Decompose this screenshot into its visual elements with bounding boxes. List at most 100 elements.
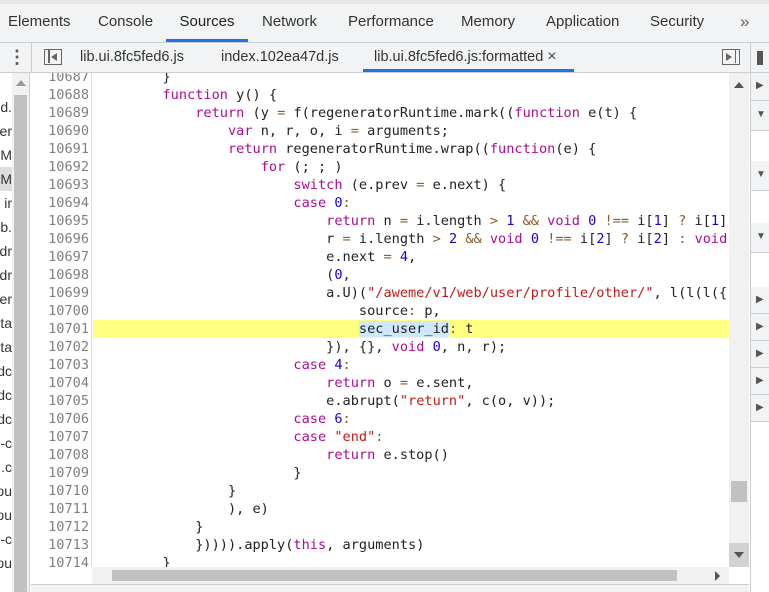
- navigator-file-item[interactable]: c.: [0, 455, 12, 479]
- code-line[interactable]: e.abrupt("return", c(o, v));: [93, 392, 729, 410]
- scrollbar-thumb[interactable]: [112, 570, 677, 581]
- tab-elements[interactable]: Elements: [6, 4, 73, 42]
- code-line[interactable]: case 4:: [93, 356, 729, 374]
- line-number[interactable]: 10688: [31, 86, 89, 104]
- code-line[interactable]: })))).apply(this, arguments): [93, 536, 729, 554]
- file-tab-active[interactable]: lib.ui.8fc5fed6.js:formatted ×: [363, 43, 574, 72]
- code-line[interactable]: a.U)("/aweme/v1/web/user/profile/other/"…: [93, 284, 729, 302]
- pause-icon[interactable]: [757, 51, 763, 65]
- line-number[interactable]: 10707: [31, 428, 89, 446]
- toggle-navigator-icon[interactable]: [44, 49, 62, 65]
- section-header[interactable]: ▼: [751, 223, 769, 253]
- code-line[interactable]: e.next = 4,: [93, 248, 729, 266]
- navigator-file-item[interactable]: dr: [0, 263, 12, 287]
- line-number[interactable]: 10701: [31, 320, 89, 338]
- navigator-file-item[interactable]: .b: [0, 215, 12, 239]
- line-number[interactable]: 10698: [31, 266, 89, 284]
- code-line[interactable]: case "end":: [93, 428, 729, 446]
- navigator-file-item[interactable]: c-: [0, 527, 12, 551]
- toggle-debugger-icon[interactable]: [722, 49, 740, 65]
- more-options-icon[interactable]: ⋮: [8, 48, 26, 66]
- line-number[interactable]: 10692: [31, 158, 89, 176]
- line-number[interactable]: 10710: [31, 482, 89, 500]
- tab-security[interactable]: Security: [648, 4, 706, 42]
- code-line[interactable]: return regeneratorRuntime.wrap((function…: [93, 140, 729, 158]
- more-tabs-chevron-icon[interactable]: »: [738, 4, 751, 42]
- code-line[interactable]: return (y = f(regeneratorRuntime.mark((f…: [93, 104, 729, 122]
- scroll-up-icon[interactable]: [734, 82, 744, 88]
- navigator-file-item[interactable]: ou: [0, 479, 12, 503]
- section-header[interactable]: ▶: [751, 73, 769, 101]
- line-number[interactable]: 10704: [31, 374, 89, 392]
- line-number[interactable]: 10711: [31, 500, 89, 518]
- line-number[interactable]: 10700: [31, 302, 89, 320]
- code-line[interactable]: return e.stop(): [93, 446, 729, 464]
- line-number[interactable]: 10690: [31, 122, 89, 140]
- navigator-file-item[interactable]: ir: [0, 191, 12, 215]
- navigator-file-item[interactable]: ou: [0, 503, 12, 527]
- line-number[interactable]: 10706: [31, 410, 89, 428]
- tab-sources[interactable]: Sources: [166, 4, 248, 42]
- navigator-file-item[interactable]: dc: [0, 383, 12, 407]
- navigator-file-item[interactable]: ta: [0, 335, 12, 359]
- navigator-scrollbar[interactable]: [12, 73, 29, 592]
- tab-memory[interactable]: Memory: [459, 4, 517, 42]
- highlighted-code-line[interactable]: sec_user_id: t: [93, 320, 729, 338]
- code-line[interactable]: function y() {: [93, 86, 729, 104]
- navigator-file-item[interactable]: dc: [0, 359, 12, 383]
- code-line[interactable]: }: [93, 518, 729, 536]
- line-number[interactable]: 10696: [31, 230, 89, 248]
- line-number[interactable]: 10709: [31, 464, 89, 482]
- editor-horizontal-scrollbar[interactable]: [92, 567, 729, 584]
- section-header[interactable]: ▶: [751, 395, 769, 422]
- navigator-file-item[interactable]: dr: [0, 239, 12, 263]
- code-line[interactable]: source: p,: [93, 302, 729, 320]
- line-number[interactable]: 10713: [31, 536, 89, 554]
- code-line[interactable]: return o = e.sent,: [93, 374, 729, 392]
- navigator-file-item[interactable]: c-: [0, 431, 12, 455]
- section-header[interactable]: ▶: [751, 341, 769, 368]
- code-line[interactable]: ), e): [93, 500, 729, 518]
- section-header[interactable]: ▶: [751, 287, 769, 314]
- line-number[interactable]: 10694: [31, 194, 89, 212]
- code-line[interactable]: }: [93, 464, 729, 482]
- code-editor[interactable]: 10687 10688 10689 10690 10691 10692 10693 10694…: [31, 73, 729, 567]
- scrollbar-thumb[interactable]: [731, 481, 747, 502]
- file-tab[interactable]: lib.ui.8fc5fed6.js: [80, 43, 184, 72]
- navigator-file-item[interactable]: ou: [0, 551, 12, 575]
- navigator-file-item[interactable]: er: [0, 119, 12, 143]
- section-header[interactable]: ▶: [751, 368, 769, 395]
- code-line[interactable]: }: [93, 73, 729, 86]
- navigator-file-item[interactable]: M: [0, 143, 12, 167]
- code-line[interactable]: case 0:: [93, 194, 729, 212]
- code-line[interactable]: switch (e.prev = e.next) {: [93, 176, 729, 194]
- editor-vertical-scrollbar[interactable]: [729, 73, 749, 567]
- line-number[interactable]: 10703: [31, 356, 89, 374]
- code-line[interactable]: }), {}, void 0, n, r);: [93, 338, 729, 356]
- code-line[interactable]: for (; ; ): [93, 158, 729, 176]
- code-line[interactable]: }: [93, 482, 729, 500]
- navigator-file-item[interactable]: ta: [0, 311, 12, 335]
- section-header[interactable]: ▶: [751, 314, 769, 341]
- code-line[interactable]: var n, r, o, i = arguments;: [93, 122, 729, 140]
- line-number[interactable]: 10714: [31, 554, 89, 567]
- line-number[interactable]: 10702: [31, 338, 89, 356]
- navigator-file-item[interactable]: dc: [0, 407, 12, 431]
- tab-console[interactable]: Console: [96, 4, 155, 42]
- tab-network[interactable]: Network: [260, 4, 319, 42]
- tab-performance[interactable]: Performance: [346, 4, 436, 42]
- scroll-up-icon[interactable]: [16, 80, 26, 86]
- line-number[interactable]: 10708: [31, 446, 89, 464]
- code-line[interactable]: }: [93, 554, 729, 567]
- code-line[interactable]: (0,: [93, 266, 729, 284]
- file-tab[interactable]: index.102ea47d.js: [221, 43, 339, 72]
- section-header[interactable]: ▼: [751, 101, 769, 131]
- line-number[interactable]: 10687: [31, 73, 89, 86]
- navigator-file-item[interactable]: M: [0, 167, 12, 191]
- scrollbar-thumb[interactable]: [14, 95, 27, 592]
- line-number[interactable]: 10689: [31, 104, 89, 122]
- line-number[interactable]: 10697: [31, 248, 89, 266]
- code-line[interactable]: case 6:: [93, 410, 729, 428]
- scroll-right-icon[interactable]: [715, 571, 720, 581]
- line-number[interactable]: 10695: [31, 212, 89, 230]
